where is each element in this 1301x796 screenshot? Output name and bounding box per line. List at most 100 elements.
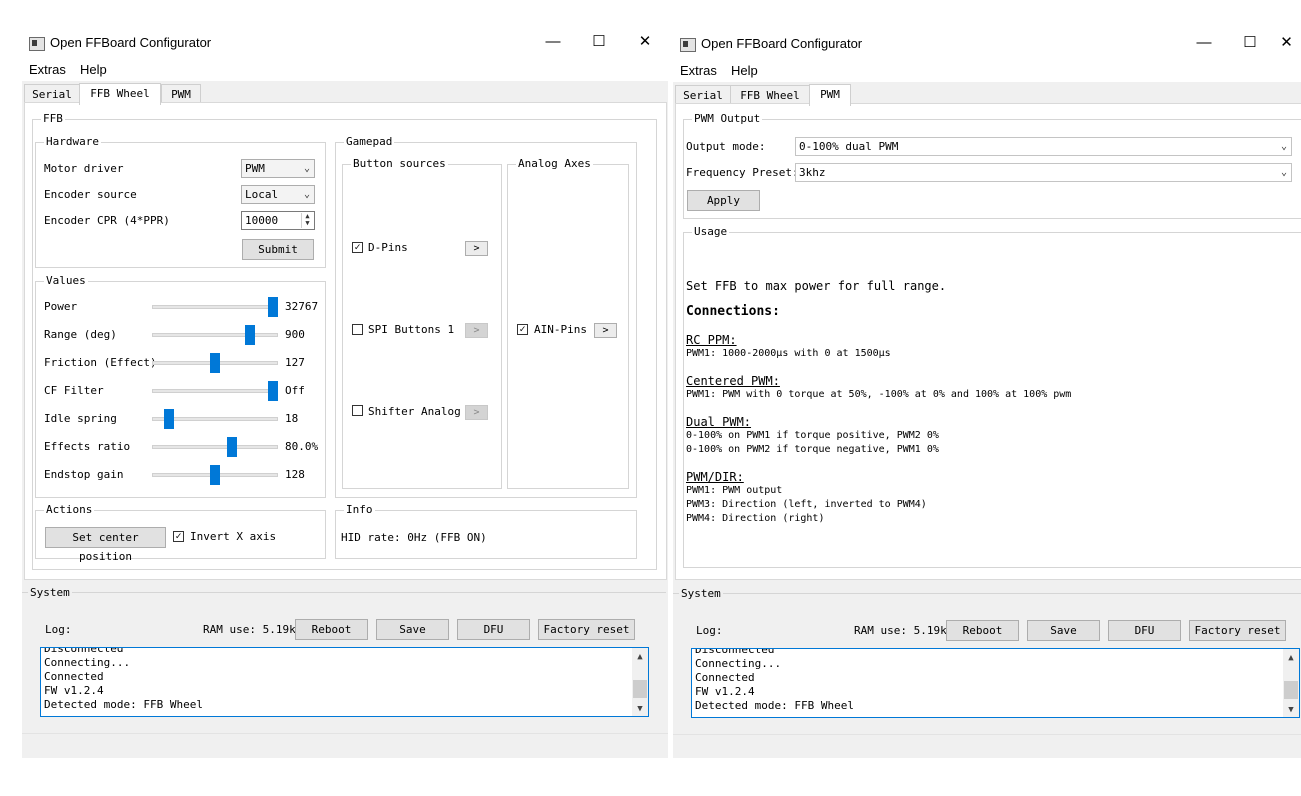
slider-label: Effects ratio [44,440,131,453]
log-output[interactable]: Disconnected Connecting... Connected FW … [691,648,1300,718]
actions-title: Actions [44,503,95,516]
maximize-icon[interactable]: ☐ [1228,29,1272,59]
frequency-preset-label: Frequency Preset: [686,166,799,179]
close-icon[interactable]: ✕ [623,28,667,58]
tab-pwm[interactable]: PWM [161,84,201,104]
minimize-icon[interactable]: — [1182,29,1226,59]
reboot-button[interactable]: Reboot [946,620,1019,641]
system-group: System Log: RAM use: 5.19k Reboot Save D… [673,587,1301,734]
dfu-button[interactable]: DFU [457,619,530,640]
rc-ppm-line: PWM1: 1000-2000µs with 0 at 1500µs [686,348,891,359]
slider-value: 127 [285,356,305,369]
ain-pins-label: AIN-Pins [534,323,587,336]
slider-handle[interactable] [268,297,278,317]
ain-pins-config-button[interactable]: > [594,323,617,338]
slider-label: Idle spring [44,412,117,425]
spi-buttons-label: SPI Buttons 1 [368,323,455,336]
log-scrollbar[interactable]: ▲ ▼ [632,648,648,716]
submit-button[interactable]: Submit [242,239,314,260]
scroll-down-icon[interactable]: ▼ [632,702,648,716]
tab-bar: Serial FFB Wheel PWM [675,84,1075,106]
reboot-button[interactable]: Reboot [295,619,368,640]
log-scrollbar[interactable]: ▲ ▼ [1283,649,1299,717]
log-line: Detected mode: FFB Wheel [44,698,203,711]
status-bar [22,733,668,758]
values-title: Values [44,274,88,287]
slider-label: Range (deg) [44,328,117,341]
encoder-cpr-spinbox[interactable]: 10000 ▲ ▼ [241,211,315,230]
scroll-down-icon[interactable]: ▼ [1283,703,1299,717]
log-output[interactable]: Disconnected Connecting... Connected FW … [40,647,649,717]
menu-help[interactable]: Help [731,63,758,78]
client-area: Serial FFB Wheel PWM PWM Output Output m… [673,82,1301,758]
tab-serial[interactable]: Serial [24,84,80,104]
dpins-checkbox[interactable]: ✓ [352,242,363,253]
encoder-source-label: Encoder source [44,188,137,201]
factory-reset-button[interactable]: Factory reset [1189,620,1286,641]
slider-handle[interactable] [164,409,174,429]
log-line: Connected [695,671,755,684]
pwm-output-group: PWM Output Output mode: 0-100% dual PWM … [683,112,1301,219]
menu-help[interactable]: Help [80,62,107,77]
set-center-button[interactable]: Set center position [45,527,166,563]
shifter-analog-config-button[interactable]: > [465,405,488,420]
left-window: Open FFBoard Configurator — ☐ ✕ Extras H… [22,0,668,796]
slider-handle[interactable] [210,353,220,373]
spi-buttons-config-button[interactable]: > [465,323,488,338]
menu-extras[interactable]: Extras [29,62,66,77]
invert-x-checkbox[interactable]: ✓ [173,531,184,542]
dfu-button[interactable]: DFU [1108,620,1181,641]
scroll-up-icon[interactable]: ▲ [632,650,648,664]
slider-value: 128 [285,468,305,481]
usage-connections-heading: Connections: [686,304,780,319]
slider-handle[interactable] [245,325,255,345]
tab-ffb-wheel[interactable]: FFB Wheel [730,85,810,105]
pwm-pane: PWM Output Output mode: 0-100% dual PWM … [675,103,1301,580]
tab-ffb-wheel[interactable]: FFB Wheel [79,83,161,105]
slider-track[interactable] [152,445,278,449]
close-icon[interactable]: ✕ [1272,29,1301,59]
hardware-group: Hardware Motor driver PWM ⌄ Encoder sour… [35,135,326,268]
slider-track[interactable] [152,389,278,393]
log-line: Detected mode: FFB Wheel [695,699,854,712]
apply-button[interactable]: Apply [687,190,760,211]
usage-title: Usage [692,225,730,238]
scrollbar-thumb[interactable] [633,680,647,698]
slider-track[interactable] [152,333,278,337]
slider-value: 32767 [285,300,319,313]
save-button[interactable]: Save [376,619,449,640]
title-bar: Open FFBoard Configurator — ☐ ✕ [673,29,1301,59]
frequency-preset-select[interactable]: 3khz ⌄ [795,163,1292,182]
tab-serial[interactable]: Serial [675,85,731,105]
maximize-icon[interactable]: ☐ [577,28,621,58]
motor-driver-select[interactable]: PWM ⌄ [241,159,315,178]
status-bar [673,734,1301,758]
scroll-up-icon[interactable]: ▲ [1283,651,1299,665]
save-button[interactable]: Save [1027,620,1100,641]
spi-buttons-checkbox[interactable] [352,324,363,335]
dpins-config-button[interactable]: > [465,241,488,256]
actions-group: Actions Set center position ✓ Invert X a… [35,503,326,563]
scrollbar-thumb[interactable] [1284,681,1298,699]
hid-rate-text: HID rate: 0Hz (FFB ON) [341,531,487,544]
slider-handle[interactable] [210,465,220,485]
pwm-dir-heading: PWM/DIR: [686,470,744,484]
ain-pins-checkbox[interactable]: ✓ [517,324,528,335]
tab-pwm[interactable]: PWM [809,84,851,106]
shifter-analog-checkbox[interactable] [352,405,363,416]
menu-extras[interactable]: Extras [680,63,717,78]
factory-reset-button[interactable]: Factory reset [538,619,635,640]
encoder-source-select[interactable]: Local ⌄ [241,185,315,204]
log-label: Log: [696,624,723,637]
minimize-icon[interactable]: — [531,28,575,58]
log-line: Connected [44,670,104,683]
chevron-down-icon: ⌄ [303,189,310,200]
output-mode-select[interactable]: 0-100% dual PWM ⌄ [795,137,1292,156]
spin-arrows-icon[interactable]: ▲ ▼ [301,213,313,228]
slider-track[interactable] [152,305,278,309]
chevron-down-icon: ⌄ [1280,141,1287,152]
window-title: Open FFBoard Configurator [701,36,863,51]
log-line: Connecting... [44,656,131,669]
slider-handle[interactable] [227,437,237,457]
slider-handle[interactable] [268,381,278,401]
